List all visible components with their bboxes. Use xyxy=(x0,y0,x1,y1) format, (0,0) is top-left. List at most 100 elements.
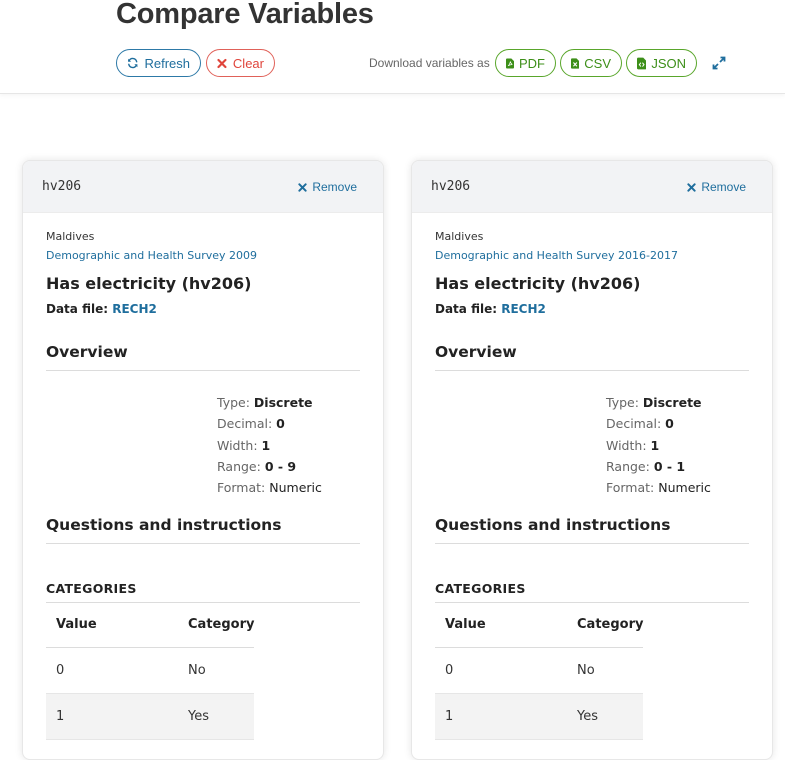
column-header-value: Value xyxy=(435,601,567,648)
page-header: Compare Variables Refresh Clear Download… xyxy=(0,0,785,94)
remove-button-label: Remove xyxy=(312,180,357,194)
variable-code: hv206 xyxy=(431,179,471,194)
clear-button[interactable]: Clear xyxy=(206,49,275,77)
remove-button[interactable]: Remove xyxy=(298,180,357,194)
card-header: hv206 Remove xyxy=(23,161,383,213)
page-title: Compare Variables xyxy=(116,0,374,30)
width-value: 1 xyxy=(650,437,660,453)
variable-properties: Type: Discrete Decimal: 0 Width: 1 Range… xyxy=(606,392,711,498)
refresh-icon xyxy=(128,57,138,69)
decimal-label: Decimal: xyxy=(217,416,273,432)
format-label: Format: xyxy=(217,480,266,496)
type-value: Discrete xyxy=(253,395,313,410)
data-file-link[interactable]: RECH2 xyxy=(501,302,546,316)
type-label: Type: xyxy=(606,395,639,410)
format-row: Format: Numeric xyxy=(217,477,322,498)
table-row: 0 No xyxy=(46,647,255,694)
variable-properties: Type: Discrete Decimal: 0 Width: 1 Range… xyxy=(217,392,322,498)
close-icon xyxy=(298,182,307,192)
download-label: Download variables as xyxy=(369,56,490,70)
width-row: Width: 1 xyxy=(606,435,711,456)
decimal-value: 0 xyxy=(665,416,674,432)
variable-title: Has electricity (hv206) xyxy=(46,274,252,293)
survey-link[interactable]: Demographic and Health Survey 2009 xyxy=(46,249,257,262)
variable-card-2: hv206 Remove Maldives Demographic and He… xyxy=(411,160,773,760)
type-label: Type: xyxy=(217,395,250,410)
download-json-button[interactable]: JSON xyxy=(626,49,697,77)
categories-table: Value Category 0 No 1 Yes xyxy=(435,601,644,740)
country-name: Maldives xyxy=(46,230,95,243)
questions-heading: Questions and instructions xyxy=(435,516,749,544)
width-label: Width: xyxy=(606,437,647,453)
range-value: 0 - 9 xyxy=(264,458,297,474)
file-json-icon xyxy=(637,57,647,69)
type-row: Type: Discrete xyxy=(606,392,711,413)
decimal-row: Decimal: 0 xyxy=(606,413,711,434)
close-icon xyxy=(687,182,696,192)
width-value: 1 xyxy=(261,437,271,453)
format-row: Format: Numeric xyxy=(606,477,711,498)
data-file-link[interactable]: RECH2 xyxy=(112,302,157,316)
categories-heading: CATEGORIES xyxy=(46,581,360,603)
variable-code: hv206 xyxy=(42,179,82,194)
refresh-button-label: Refresh xyxy=(144,55,190,71)
cell-value: 1 xyxy=(435,693,567,740)
expand-icon[interactable] xyxy=(711,55,727,71)
download-csv-button[interactable]: CSV xyxy=(560,49,622,77)
variable-card-1: hv206 Remove Maldives Demographic and He… xyxy=(22,160,384,760)
table-header-row: Value Category xyxy=(435,601,644,648)
overview-heading: Overview xyxy=(435,343,749,371)
cell-value: 0 xyxy=(46,647,178,694)
column-header-category: Category xyxy=(567,601,644,648)
range-row: Range: 0 - 1 xyxy=(606,456,711,477)
data-file: Data file: RECH2 xyxy=(435,302,546,316)
cell-category: Yes xyxy=(567,693,644,740)
cell-category: Yes xyxy=(178,693,255,740)
table-row: 1 Yes xyxy=(435,693,644,740)
format-value: Numeric xyxy=(269,480,322,496)
width-row: Width: 1 xyxy=(217,435,322,456)
format-label: Format: xyxy=(606,480,655,496)
range-label: Range: xyxy=(606,458,650,474)
clear-button-label: Clear xyxy=(232,55,264,71)
data-file: Data file: RECH2 xyxy=(46,302,157,316)
range-label: Range: xyxy=(217,458,261,474)
card-header: hv206 Remove xyxy=(412,161,772,213)
file-csv-icon xyxy=(571,57,580,69)
data-file-label: Data file: xyxy=(46,302,109,316)
width-label: Width: xyxy=(217,437,258,453)
type-row: Type: Discrete xyxy=(217,392,322,413)
cell-category: No xyxy=(567,647,644,694)
decimal-label: Decimal: xyxy=(606,416,662,432)
cell-value: 0 xyxy=(435,647,567,694)
type-value: Discrete xyxy=(642,395,702,410)
variable-title: Has electricity (hv206) xyxy=(435,274,641,293)
refresh-button[interactable]: Refresh xyxy=(116,49,201,77)
cell-category: No xyxy=(178,647,255,694)
remove-button-label: Remove xyxy=(701,180,746,194)
country-name: Maldives xyxy=(435,230,484,243)
column-header-value: Value xyxy=(46,601,178,648)
table-header-row: Value Category xyxy=(46,601,255,648)
range-row: Range: 0 - 9 xyxy=(217,456,322,477)
table-row: 1 Yes xyxy=(46,693,255,740)
pdf-button-label: PDF xyxy=(519,55,545,71)
decimal-value: 0 xyxy=(276,416,285,432)
categories-heading: CATEGORIES xyxy=(435,581,749,603)
format-value: Numeric xyxy=(658,480,711,496)
questions-heading: Questions and instructions xyxy=(46,516,360,544)
survey-link[interactable]: Demographic and Health Survey 2016-2017 xyxy=(435,249,678,262)
csv-button-label: CSV xyxy=(584,55,611,71)
json-button-label: JSON xyxy=(651,55,686,71)
file-pdf-icon xyxy=(506,58,514,68)
data-file-label: Data file: xyxy=(435,302,498,316)
categories-table: Value Category 0 No 1 Yes xyxy=(46,601,255,740)
table-row: 0 No xyxy=(435,647,644,694)
overview-heading: Overview xyxy=(46,343,360,371)
cell-value: 1 xyxy=(46,693,178,740)
column-header-category: Category xyxy=(178,601,255,648)
download-pdf-button[interactable]: PDF xyxy=(495,49,556,77)
range-value: 0 - 1 xyxy=(653,458,686,474)
close-icon xyxy=(217,58,227,68)
remove-button[interactable]: Remove xyxy=(687,180,746,194)
